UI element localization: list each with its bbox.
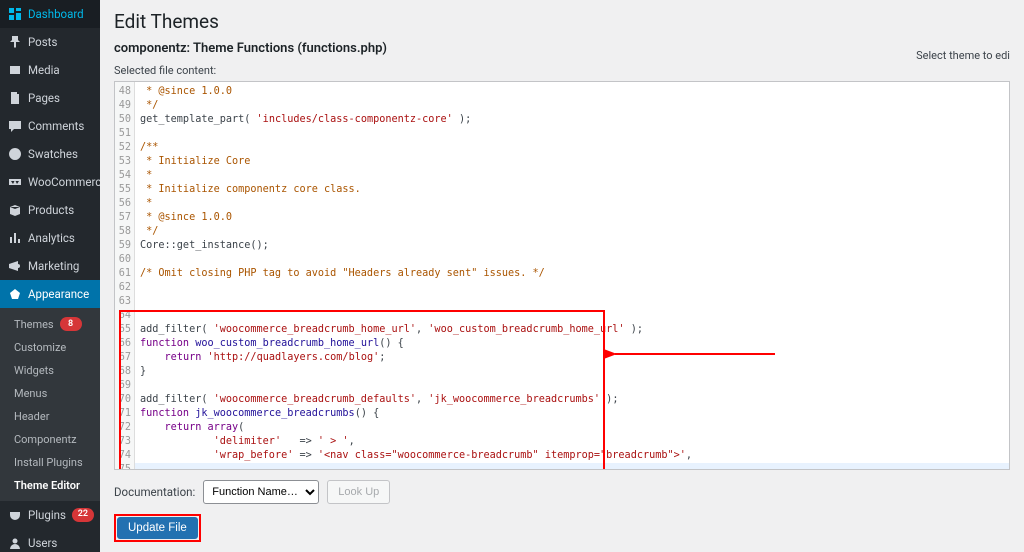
submenu-item-customize[interactable]: Customize [0,336,100,359]
sidebar-item-dashboard[interactable]: Dashboard [0,0,100,28]
sidebar-item-label: Media [28,64,60,77]
product-icon [8,203,22,217]
analytics-icon [8,231,22,245]
code-area[interactable]: * @since 1.0.0 */get_template_part( 'inc… [135,82,1009,469]
sidebar-item-pages[interactable]: Pages [0,84,100,112]
sidebar-item-label: Comments [28,120,84,133]
sidebar-item-label: Users [28,537,57,550]
sidebar-item-label: Marketing [28,260,79,273]
sidebar-item-swatches[interactable]: Swatches [0,140,100,168]
page-title: Edit Themes [114,10,1010,33]
lookup-button[interactable]: Look Up [327,480,390,504]
code-editor[interactable]: 4849505152535455565758596061626364656667… [114,81,1010,470]
selected-file-label: Selected file content: [114,64,1010,77]
annotation-rectangle-update: Update File [114,514,201,542]
sidebar-item-media[interactable]: Media [0,56,100,84]
file-subtitle: componentz: Theme Functions (functions.p… [114,41,387,56]
sidebar-item-comments[interactable]: Comments [0,112,100,140]
sidebar-item-label: Products [28,204,74,217]
submenu-item-widgets[interactable]: Widgets [0,359,100,382]
line-gutter: 4849505152535455565758596061626364656667… [115,82,135,469]
admin-sidebar: Dashboard Posts Media Pages Comments Swatches… [0,0,100,552]
sidebar-item-label: Dashboard [28,8,84,21]
dashboard-icon [8,7,22,21]
submenu-item-theme-editor[interactable]: Theme Editor [0,474,100,497]
sidebar-item-label: Appearance [28,288,89,301]
sidebar-item-posts[interactable]: Posts [0,28,100,56]
appearance-submenu: Themes8CustomizeWidgetsMenusHeaderCompon… [0,308,100,501]
submenu-item-componentz[interactable]: Componentz [0,428,100,451]
plugin-icon [8,508,22,522]
page-icon [8,91,22,105]
documentation-label: Documentation: [114,485,195,499]
comment-icon [8,119,22,133]
sidebar-item-users[interactable]: Users [0,529,100,552]
pin-icon [8,35,22,49]
sidebar-item-analytics[interactable]: Analytics [0,224,100,252]
woo-icon [8,175,22,189]
select-theme-label: Select theme to edi [916,49,1010,62]
sidebar-item-label: WooCommerce [28,176,100,189]
sidebar-item-label: Analytics [28,232,75,245]
submenu-item-themes[interactable]: Themes8 [0,312,100,336]
main-content: Edit Themes componentz: Theme Functions … [100,0,1024,552]
sidebar-item-marketing[interactable]: Marketing [0,252,100,280]
documentation-select[interactable]: Function Name… [203,480,319,504]
active-line-highlight [135,463,1009,470]
update-file-button[interactable]: Update File [117,517,198,539]
appearance-icon [8,287,22,301]
users-icon [8,536,22,550]
submenu-item-menus[interactable]: Menus [0,382,100,405]
swatches-icon [8,147,22,161]
count-badge: 8 [60,317,82,331]
count-badge: 22 [72,508,94,522]
sidebar-item-label: Posts [28,36,57,49]
sidebar-item-label: Pages [28,92,60,105]
submenu-item-header[interactable]: Header [0,405,100,428]
documentation-row: Documentation: Function Name… Look Up [114,480,1010,504]
sidebar-item-label: Swatches [28,148,78,161]
sidebar-item-products[interactable]: Products [0,196,100,224]
sidebar-item-label: Plugins [28,509,66,522]
submenu-item-install-plugins[interactable]: Install Plugins [0,451,100,474]
sidebar-item-appearance[interactable]: Appearance [0,280,100,308]
sidebar-item-woocommerce[interactable]: WooCommerce [0,168,100,196]
marketing-icon [8,259,22,273]
media-icon [8,63,22,77]
sidebar-item-plugins[interactable]: Plugins 22 [0,501,100,529]
